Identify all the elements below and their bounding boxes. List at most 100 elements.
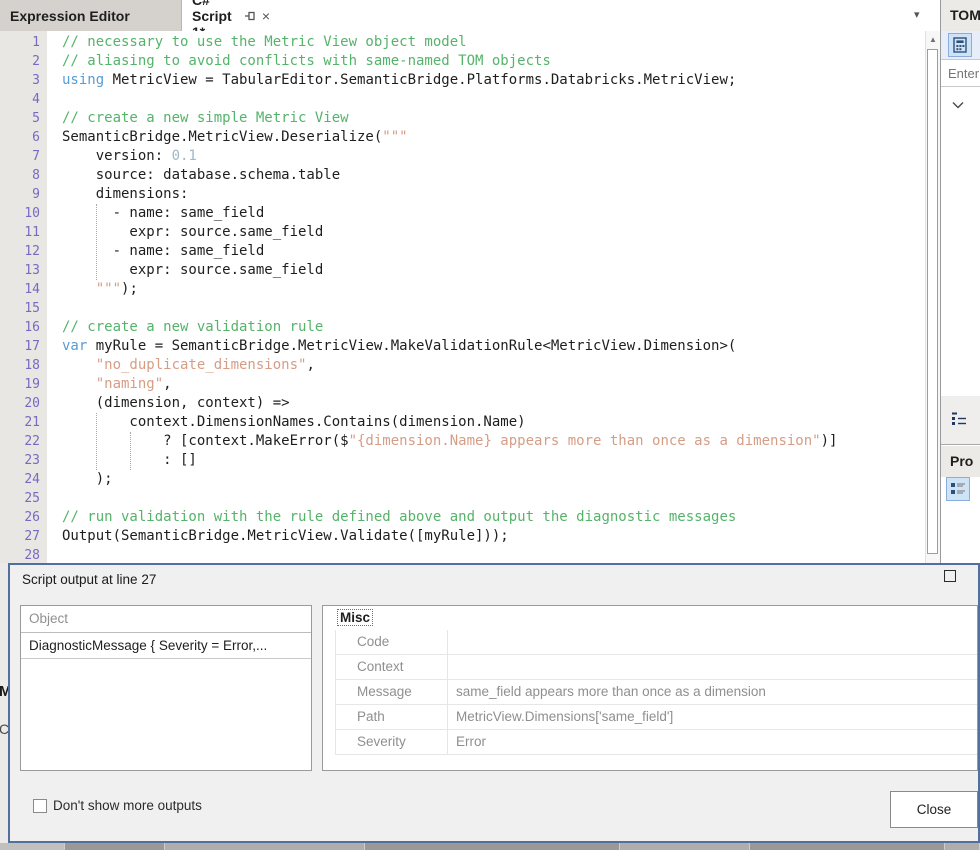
dont-show-checkbox[interactable]: Don't show more outputs bbox=[33, 798, 202, 813]
line-number: 11 bbox=[0, 223, 40, 242]
line-number: 28 bbox=[0, 546, 40, 563]
property-value[interactable] bbox=[448, 655, 977, 679]
tab-csharp-script[interactable]: C# Script 1* × bbox=[182, 0, 274, 31]
property-grid: Misc CodeContextMessagesame_field appear… bbox=[322, 605, 978, 771]
property-value[interactable]: Error bbox=[448, 730, 977, 754]
code-line[interactable]: 7 version: 0.1 bbox=[0, 147, 925, 166]
object-list-header[interactable]: Object bbox=[21, 606, 311, 633]
line-number: 23 bbox=[0, 451, 40, 470]
property-category-misc[interactable]: Misc bbox=[323, 606, 977, 630]
code-line[interactable]: 18 "no_duplicate_dimensions", bbox=[0, 356, 925, 375]
chevron-down-icon[interactable] bbox=[952, 96, 964, 114]
indent-guide bbox=[96, 413, 97, 470]
code-line[interactable]: 21 context.DimensionNames.Contains(dimen… bbox=[0, 413, 925, 432]
object-list-item[interactable]: DiagnosticMessage { Severity = Error,... bbox=[21, 633, 311, 659]
occluded-letter: M bbox=[0, 683, 8, 700]
tree-list-icon bbox=[951, 411, 967, 426]
checkbox-box-icon bbox=[33, 799, 47, 813]
property-value[interactable]: same_field appears more than once as a d… bbox=[448, 680, 977, 704]
model-view-button[interactable] bbox=[948, 33, 972, 57]
right-panel: TOM bbox=[941, 0, 980, 563]
line-number: 16 bbox=[0, 318, 40, 337]
code-line[interactable]: 13 expr: source.same_field bbox=[0, 261, 925, 280]
properties-header: Pro bbox=[941, 446, 980, 477]
code-line[interactable]: 14 """); bbox=[0, 280, 925, 299]
code-line[interactable]: 17var myRule = SemanticBridge.MetricView… bbox=[0, 337, 925, 356]
line-number: 7 bbox=[0, 147, 40, 166]
object-list: Object DiagnosticMessage { Severity = Er… bbox=[20, 605, 312, 771]
property-grid-icon bbox=[950, 481, 966, 497]
property-label: Message bbox=[336, 680, 448, 704]
pin-icon[interactable] bbox=[244, 10, 256, 22]
line-number: 8 bbox=[0, 166, 40, 185]
code-editor[interactable]: 1// necessary to use the Metric View obj… bbox=[0, 31, 925, 563]
maximize-icon[interactable] bbox=[944, 570, 956, 582]
occluded-left-panel: M C bbox=[0, 563, 8, 850]
code-line[interactable]: 9 dimensions: bbox=[0, 185, 925, 204]
line-number: 15 bbox=[0, 299, 40, 318]
code-line[interactable]: 16// create a new validation rule bbox=[0, 318, 925, 337]
scrollbar-up-arrow-icon[interactable]: ▲ bbox=[926, 33, 940, 47]
line-number: 19 bbox=[0, 375, 40, 394]
code-line[interactable]: 2// aliasing to avoid conflicts with sam… bbox=[0, 52, 925, 71]
code-line[interactable]: 1// necessary to use the Metric View obj… bbox=[0, 33, 925, 52]
tom-toolbar bbox=[941, 31, 980, 59]
line-number: 5 bbox=[0, 109, 40, 128]
line-number: 27 bbox=[0, 527, 40, 546]
property-label: Path bbox=[336, 705, 448, 729]
property-grid-view-button[interactable] bbox=[946, 477, 970, 501]
line-number: 13 bbox=[0, 261, 40, 280]
document-tab-strip: Expression Editor C# Script 1* × ▾ bbox=[0, 0, 940, 31]
search-input[interactable] bbox=[941, 59, 980, 87]
line-number: 24 bbox=[0, 470, 40, 489]
line-number: 9 bbox=[0, 185, 40, 204]
code-line[interactable]: 15 bbox=[0, 299, 925, 318]
code-line[interactable]: 19 "naming", bbox=[0, 375, 925, 394]
tom-lower-toolbar bbox=[941, 396, 980, 444]
line-number: 22 bbox=[0, 432, 40, 451]
code-line[interactable]: 27Output(SemanticBridge.MetricView.Valid… bbox=[0, 527, 925, 546]
property-row[interactable]: Messagesame_field appears more than once… bbox=[336, 680, 977, 705]
code-line[interactable]: 8 source: database.schema.table bbox=[0, 166, 925, 185]
code-line[interactable]: 23 : [] bbox=[0, 451, 925, 470]
tab-list-dropdown-icon[interactable]: ▾ bbox=[914, 8, 920, 21]
code-line[interactable]: 11 expr: source.same_field bbox=[0, 223, 925, 242]
code-line[interactable]: 6SemanticBridge.MetricView.Deserialize("… bbox=[0, 128, 925, 147]
code-line[interactable]: 12 - name: same_field bbox=[0, 242, 925, 261]
line-number: 6 bbox=[0, 128, 40, 147]
script-output-dialog: Script output at line 27 Object Diagnost… bbox=[8, 563, 980, 843]
line-number: 4 bbox=[0, 90, 40, 109]
code-line[interactable]: 20 (dimension, context) => bbox=[0, 394, 925, 413]
code-line[interactable]: 5// create a new simple Metric View bbox=[0, 109, 925, 128]
property-value[interactable]: MetricView.Dimensions['same_field'] bbox=[448, 705, 977, 729]
dialog-title: Script output at line 27 bbox=[22, 572, 156, 587]
code-line[interactable]: 22 ? [context.MakeError($"{dimension.Nam… bbox=[0, 432, 925, 451]
code-line[interactable]: 10 - name: same_field bbox=[0, 204, 925, 223]
line-number: 3 bbox=[0, 71, 40, 90]
property-row[interactable]: PathMetricView.Dimensions['same_field'] bbox=[336, 705, 977, 730]
property-rows: CodeContextMessagesame_field appears mor… bbox=[335, 630, 977, 755]
property-label: Context bbox=[336, 655, 448, 679]
tree-list-view-button[interactable] bbox=[945, 404, 973, 432]
line-number: 1 bbox=[0, 33, 40, 52]
code-line[interactable]: 4 bbox=[0, 90, 925, 109]
line-number: 21 bbox=[0, 413, 40, 432]
tab-expression-editor[interactable]: Expression Editor bbox=[0, 0, 182, 31]
close-tab-icon[interactable]: × bbox=[262, 9, 270, 23]
code-line[interactable]: 28 bbox=[0, 546, 925, 563]
property-label: Code bbox=[336, 630, 448, 654]
checkbox-label: Don't show more outputs bbox=[53, 798, 202, 813]
code-line[interactable]: 26// run validation with the rule define… bbox=[0, 508, 925, 527]
editor-vertical-scrollbar[interactable]: ▲ bbox=[925, 31, 940, 563]
property-row[interactable]: SeverityError bbox=[336, 730, 977, 755]
code-line[interactable]: 3using MetricView = TabularEditor.Semant… bbox=[0, 71, 925, 90]
line-number: 2 bbox=[0, 52, 40, 71]
close-button[interactable]: Close bbox=[890, 791, 978, 828]
property-row[interactable]: Code bbox=[336, 630, 977, 655]
code-line[interactable]: 25 bbox=[0, 489, 925, 508]
code-line[interactable]: 24 ); bbox=[0, 470, 925, 489]
property-value[interactable] bbox=[448, 630, 977, 654]
property-row[interactable]: Context bbox=[336, 655, 977, 680]
line-number: 26 bbox=[0, 508, 40, 527]
scrollbar-thumb[interactable] bbox=[927, 49, 938, 554]
